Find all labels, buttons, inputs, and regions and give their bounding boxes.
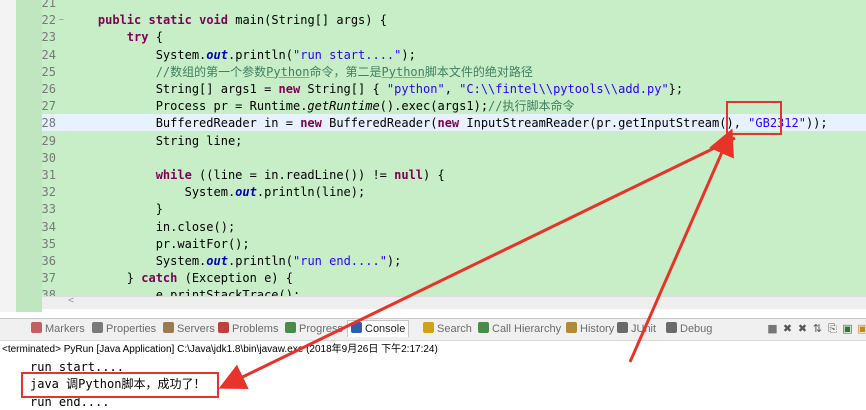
remove-all-terminated-button[interactable]: ✖ [796,322,809,335]
code-line: 23 try { [0,29,866,46]
line-number: 37 [41,271,56,286]
code-text: } catch (Exception e) { [69,271,293,286]
code-text: BufferedReader in = new BufferedReader(n… [69,116,828,131]
code-line: 35 pr.waitFor(); [0,236,866,253]
code-text: System.out.println(line); [69,185,366,200]
history-icon [566,322,577,333]
tab-label: Console [365,323,406,335]
tab-call-hierarchy[interactable]: Call Hierarchy [478,321,561,337]
tab-label: Properties [106,323,157,335]
line-number: 21 [41,0,56,10]
fold-collapse-icon[interactable]: − [59,16,64,24]
code-text: try { [126,30,163,45]
code-text: String line; [69,133,243,148]
terminate-button[interactable]: ■ [766,322,779,335]
line-number: 29 [41,133,56,148]
tab-debug[interactable]: Debug [666,321,712,337]
code-line: 25 //数组的第一个参数Python命令，第二是Python脚本文件的绝对路径 [0,64,866,81]
tab-console[interactable]: Console [347,320,410,337]
code-text: //数组的第一个参数Python命令，第二是Python脚本文件的绝对路径 [155,64,533,79]
properties-icon [92,322,103,333]
tab-history[interactable]: History [566,321,614,337]
code-line: 29 String line; [0,133,866,150]
tab-label: History [580,323,615,335]
junit-icon [617,322,628,333]
tab-search[interactable]: Search [423,321,472,337]
tab-label: Debug [680,323,713,335]
line-number: 30 [41,150,56,165]
code-line: 24 System.out.println("run start...."); [0,47,866,64]
progress-icon [285,322,296,333]
tab-problems[interactable]: Problems [218,321,278,337]
line-number: 26 [41,82,56,96]
code-line: 22− public static void main(String[] arg… [0,12,866,29]
line-number: 36 [41,254,56,268]
console-status-line: <terminated> PyRun [Java Application] C:… [2,344,438,355]
gb2312-highlight-box [726,101,782,135]
code-text: Process pr = Runtime.getRuntime().exec(a… [69,99,575,114]
line-number: 23 [41,30,56,45]
line-number: 35 [41,236,56,251]
line-number: 32 [41,185,56,200]
line-number: 27 [41,99,56,114]
line-number: 24 [41,47,56,62]
code-line: 36 System.out.println("run end...."); [0,253,866,270]
code-line: 26 String[] args1 = new String[] { "pyth… [0,81,866,98]
line-number: 28 [41,116,56,131]
line-number: 25 [41,64,56,79]
code-line: 33 } [0,201,866,218]
tab-markers[interactable]: Markers [31,321,85,337]
scroll-lock-icon[interactable]: ⇅ [811,322,824,335]
tab-label: Call Hierarchy [492,323,562,335]
code-line: 32 System.out.println(line); [0,184,866,201]
tab-label: Servers [177,323,215,335]
output-highlight-box [21,372,219,398]
pin-console-icon[interactable]: ▣ [841,322,854,335]
tab-label: Progress [299,323,344,335]
display-console-icon[interactable]: ▣ [856,322,866,335]
tab-label: Markers [45,323,85,335]
search-icon [423,322,434,333]
code-text: String[] args1 = new String[] { "python"… [69,82,684,96]
code-line: 21 [0,0,866,12]
code-editor[interactable]: 21 22− public static void main(String[] a… [0,0,866,312]
code-line: 34 in.close(); [0,219,866,236]
tab-junit[interactable]: JUnit [617,321,656,337]
tab-servers[interactable]: Servers [163,321,215,337]
code-line: 31 while ((line = in.readLine()) != null… [0,167,866,184]
tab-label: JUnit [631,323,657,335]
code-text: in.close(); [69,219,236,234]
scroll-left-arrow-icon[interactable]: < [68,295,74,306]
tab-label: Problems [232,323,279,335]
code-text: while ((line = in.readLine()) != null) { [155,168,445,182]
line-number: 31 [41,168,56,182]
horizontal-scrollbar[interactable]: < [42,295,866,309]
tab-label: Search [437,323,472,335]
code-text: } [69,202,163,217]
console-icon [351,322,362,333]
remove-launch-button[interactable]: ✖ [781,322,794,335]
tab-progress[interactable]: Progress [285,321,343,337]
line-number: 34 [41,219,56,234]
call-hierarchy-icon [478,322,489,333]
code-line: 37 } catch (Exception e) { [0,270,866,287]
debug-icon [666,322,677,333]
line-number: 22 [41,13,56,28]
code-text: System.out.println("run start...."); [69,47,416,62]
code-text: pr.waitFor(); [69,236,250,251]
line-number: 33 [41,202,56,217]
code-text: public static void main(String[] args) { [97,13,387,28]
servers-icon [163,322,174,333]
tab-properties[interactable]: Properties [92,321,156,337]
code-line: 30 [0,150,866,167]
problems-icon [218,322,229,333]
markers-icon [31,322,42,333]
view-tab-bar: Markers Properties Servers Problems Progress… [0,318,866,341]
copy-icon[interactable]: ⎘ [826,322,839,335]
code-text: System.out.println("run end...."); [69,254,402,268]
